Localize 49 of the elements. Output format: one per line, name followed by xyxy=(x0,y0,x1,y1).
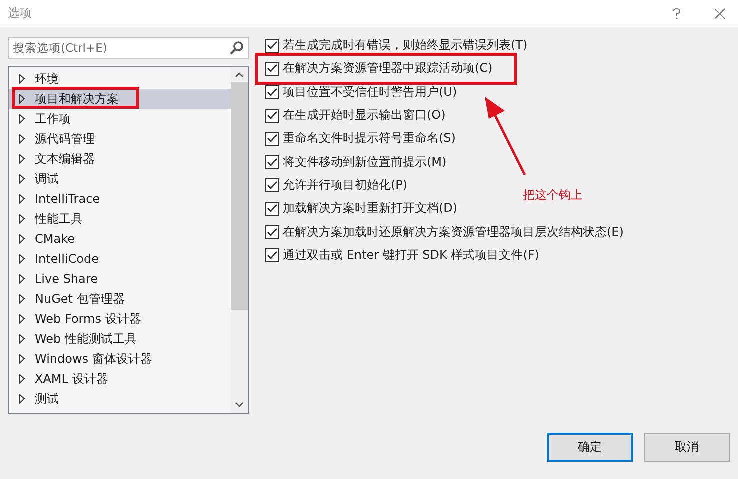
option-label[interactable]: 在解决方案加载时还原解决方案资源管理器项目层次结构状态(E) xyxy=(283,224,624,241)
tree-item[interactable]: 文本编辑器 xyxy=(9,149,231,169)
tree-item[interactable]: 工作项 xyxy=(9,109,231,129)
option-label[interactable]: 将文件移动到新位置前提示(M) xyxy=(283,154,447,171)
scroll-up-icon[interactable] xyxy=(235,72,244,78)
tree-item[interactable]: IntelliTrace xyxy=(9,189,231,209)
checkbox[interactable] xyxy=(265,108,279,123)
search-icon xyxy=(230,41,244,55)
help-icon[interactable] xyxy=(673,8,681,20)
tree-item[interactable]: CMake xyxy=(9,229,231,249)
option-label[interactable]: 通过双击或 Enter 键打开 SDK 样式项目文件(F) xyxy=(283,246,540,264)
checkbox[interactable] xyxy=(265,248,279,262)
tree-item[interactable]: Web Forms 设计器 xyxy=(9,309,231,329)
tree-item[interactable]: 项目和解决方案 xyxy=(9,89,231,109)
checkbox[interactable] xyxy=(265,132,279,146)
close-icon[interactable] xyxy=(714,8,726,20)
option-label[interactable]: 项目位置不受信任时警告用户(U) xyxy=(283,84,458,101)
annotation-text: 把这个钩上 xyxy=(523,187,583,204)
tree-item[interactable]: 测试 xyxy=(9,389,231,409)
option-label[interactable]: 若生成完成时有错误，则始终显示错误列表(T) xyxy=(283,37,528,54)
option-label[interactable]: 在生成开始时显示输出窗口(O) xyxy=(283,107,446,124)
tree-item[interactable]: IntelliCode xyxy=(9,249,231,269)
tree-item[interactable]: Live Share xyxy=(9,269,231,289)
search-field[interactable]: 搜索选项(Ctrl+E) xyxy=(8,37,249,59)
scrollbar[interactable] xyxy=(231,67,248,413)
checkbox[interactable] xyxy=(265,155,279,170)
tree-item[interactable]: NuGet 包管理器 xyxy=(9,289,231,309)
checkbox[interactable] xyxy=(265,62,279,76)
dialog-button[interactable]: 取消 xyxy=(644,433,730,462)
option-label[interactable]: 允许并行项目初始化(P) xyxy=(283,176,408,194)
checkbox[interactable] xyxy=(265,202,279,216)
tree-item[interactable]: 调试 xyxy=(9,169,231,189)
tree-item[interactable]: 性能工具 xyxy=(9,209,231,229)
option-label[interactable]: 在解决方案资源管理器中跟踪活动项(C) xyxy=(283,60,493,78)
dialog-button[interactable]: 确定 xyxy=(547,433,633,462)
tree-item[interactable]: 源代码管理 xyxy=(9,129,231,149)
scroll-down-icon[interactable] xyxy=(235,402,244,408)
checkbox[interactable] xyxy=(265,178,279,192)
option-label[interactable]: 重命名文件时提示符号重命名(S) xyxy=(283,130,456,148)
checkbox[interactable] xyxy=(265,38,279,53)
scrollbar-thumb[interactable] xyxy=(231,82,248,310)
checkbox[interactable] xyxy=(265,85,279,100)
tree-item[interactable]: Windows 窗体设计器 xyxy=(9,349,231,369)
tree-item[interactable]: Web 性能测试工具 xyxy=(9,329,231,349)
tree-item[interactable]: 环境 xyxy=(9,69,231,89)
window-title: 选项 xyxy=(8,5,33,22)
option-label[interactable]: 加载解决方案时重新打开文档(D) xyxy=(283,200,458,218)
checkbox[interactable] xyxy=(265,225,279,240)
tree-item[interactable]: XAML 设计器 xyxy=(9,369,231,389)
